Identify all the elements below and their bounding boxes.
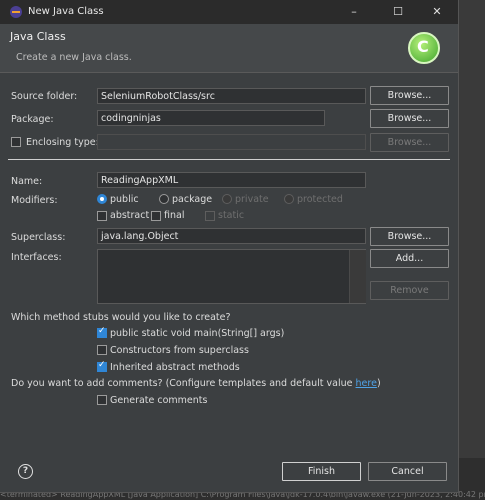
comments-question-text: Do you want to add comments? (Configure … — [11, 378, 356, 389]
interfaces-list[interactable] — [97, 249, 366, 304]
source-folder-input[interactable]: SeleniumRobotClass/src — [97, 88, 366, 104]
package-radio[interactable] — [159, 194, 169, 204]
enclosing-type-label: Enclosing type: — [26, 137, 99, 148]
wizard-banner — [0, 24, 458, 73]
inherited-methods-checkbox[interactable] — [97, 360, 107, 372]
name-label: Name: — [11, 176, 43, 187]
package-browse-button[interactable]: Browse... — [370, 109, 449, 128]
static-label: static — [218, 210, 245, 221]
main-method-checkbox[interactable] — [97, 326, 107, 338]
enclosing-type-input[interactable] — [97, 134, 366, 150]
abstract-checkbox[interactable] — [97, 211, 107, 221]
abstract-label: abstract — [110, 210, 150, 221]
finish-button[interactable]: Finish — [282, 462, 361, 481]
public-label: public — [110, 194, 139, 205]
superclass-input[interactable]: java.lang.Object — [97, 228, 366, 244]
superclass-label: Superclass: — [11, 232, 66, 243]
public-radio[interactable] — [97, 194, 107, 204]
comments-question-close: ) — [376, 378, 381, 389]
static-checkbox[interactable] — [205, 211, 215, 221]
banner-title: Java Class — [10, 30, 66, 43]
maximize-button[interactable]: ☐ — [383, 3, 413, 21]
close-button[interactable]: ✕ — [422, 3, 452, 21]
package-label: Package: — [11, 114, 54, 125]
generate-comments-checkbox[interactable] — [97, 395, 107, 405]
name-input[interactable]: ReadingAppXML — [97, 172, 366, 188]
modifiers-label: Modifiers: — [11, 195, 58, 206]
add-interface-button[interactable]: Add... — [370, 249, 449, 268]
constructors-checkbox[interactable] — [97, 345, 107, 355]
background-ide-panel — [458, 0, 485, 500]
inherited-methods-label: Inherited abstract methods — [110, 362, 240, 373]
remove-interface-button[interactable]: Remove — [370, 281, 449, 300]
enclosing-type-browse-button[interactable]: Browse... — [370, 133, 449, 152]
title-bar: New Java Class – ☐ ✕ — [0, 0, 458, 24]
final-label: final — [164, 210, 185, 221]
constructors-label: Constructors from superclass — [110, 345, 249, 356]
interfaces-scrollbar[interactable] — [349, 250, 366, 303]
window-title: New Java Class — [28, 6, 104, 17]
help-icon[interactable]: ? — [18, 464, 33, 479]
protected-radio[interactable] — [284, 194, 294, 204]
protected-label: protected — [297, 194, 343, 205]
cancel-button[interactable]: Cancel — [368, 462, 447, 481]
source-folder-label: Source folder: — [11, 91, 78, 102]
new-java-class-dialog: New Java Class – ☐ ✕ Java Class Create a… — [0, 0, 459, 493]
interfaces-label: Interfaces: — [11, 252, 62, 263]
superclass-browse-button[interactable]: Browse... — [370, 227, 449, 246]
package-modifier-label: package — [172, 194, 213, 205]
minimize-button[interactable]: – — [339, 3, 369, 21]
banner-subtitle: Create a new Java class. — [16, 52, 132, 63]
private-radio[interactable] — [222, 194, 232, 204]
final-checkbox[interactable] — [151, 211, 161, 221]
eclipse-icon — [10, 6, 22, 18]
comments-question: Do you want to add comments? (Configure … — [11, 378, 381, 389]
method-stubs-question: Which method stubs would you like to cre… — [11, 312, 231, 323]
enclosing-type-checkbox[interactable] — [11, 137, 21, 147]
configure-templates-link[interactable]: here — [356, 378, 377, 389]
source-folder-browse-button[interactable]: Browse... — [370, 86, 449, 105]
generate-comments-label: Generate comments — [110, 395, 208, 406]
new-class-logo-icon — [408, 32, 440, 64]
main-method-label: public static void main(String[] args) — [110, 328, 285, 339]
package-input[interactable]: codingninjas — [97, 110, 325, 126]
private-label: private — [235, 194, 269, 205]
separator — [8, 159, 450, 160]
